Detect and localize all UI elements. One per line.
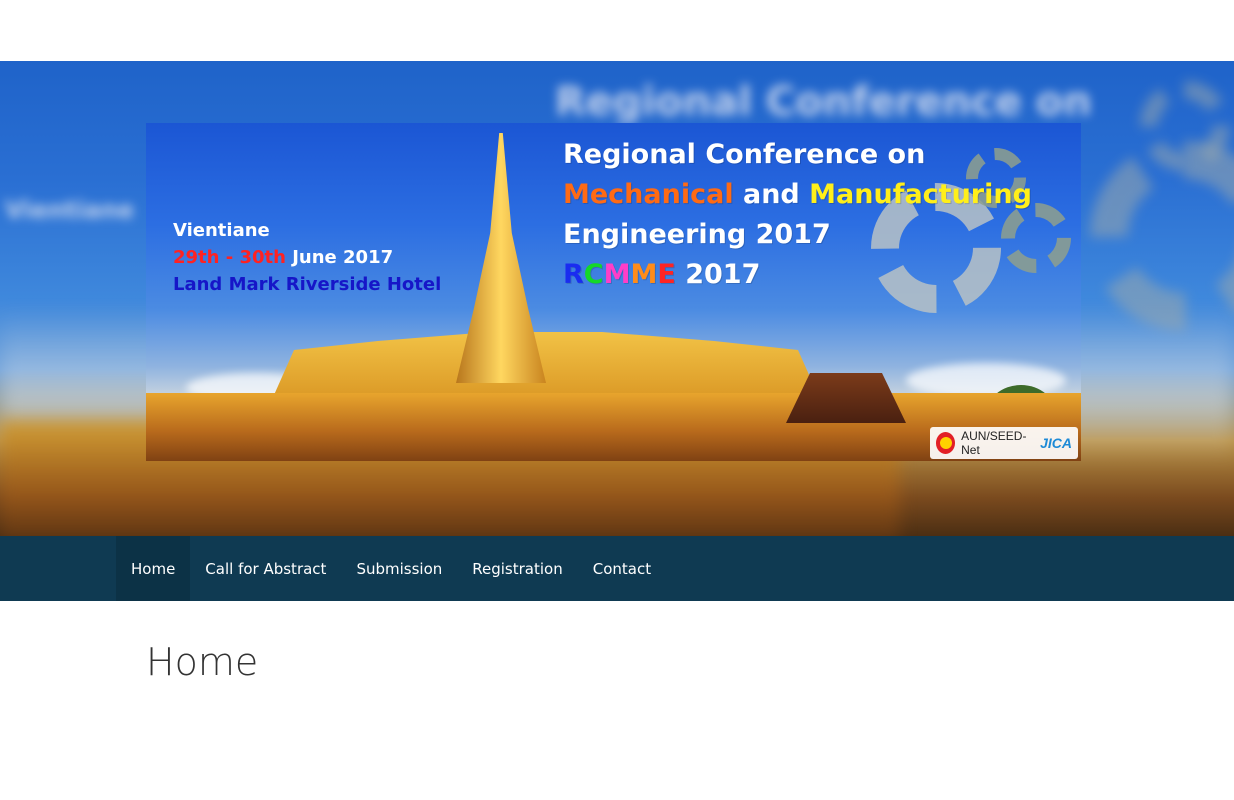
page-title: Home: [146, 640, 259, 684]
nav-item-registration[interactable]: Registration: [457, 536, 577, 601]
blurred-title-text: Regional Conference on: [555, 79, 1092, 125]
banner-event-details: Vientiane 29th - 30th June 2017 Land Mar…: [173, 217, 441, 298]
nav-menu: Home Call for Abstract Submission Regist…: [116, 536, 666, 601]
blurred-gear-icon: [1090, 141, 1234, 331]
event-city: Vientiane: [173, 220, 270, 241]
nav-item-call-for-abstract[interactable]: Call for Abstract: [190, 536, 341, 601]
event-venue: Land Mark Riverside Hotel: [173, 274, 442, 295]
banner-acronym: RCMME 2017: [563, 259, 761, 290]
banner-title: Regional Conference on Mechanical and Ma…: [563, 135, 1032, 295]
jica-logo: JICA: [1040, 435, 1072, 451]
conference-banner: Regional Conference on Mechanical and Ma…: [146, 123, 1081, 461]
event-dates: 29th - 30th June 2017: [173, 247, 394, 268]
nav-item-home[interactable]: Home: [116, 536, 191, 601]
banner-title-line2: Mechanical and Manufacturing: [563, 179, 1032, 210]
blurred-city-text: Vientiane: [5, 196, 134, 224]
nav-item-submission[interactable]: Submission: [341, 536, 457, 601]
asean-logo-icon: [936, 432, 956, 454]
blurred-gear-icon: [1140, 81, 1230, 171]
sponsor-logos: AUN/SEED-Net JICA: [930, 427, 1078, 459]
banner-title-line1: Regional Conference on: [563, 139, 926, 170]
sponsor-aun-text: AUN/SEED-Net: [961, 429, 1027, 457]
banner-title-line3: Engineering 2017: [563, 219, 831, 250]
main-navigation: Home Call for Abstract Submission Regist…: [0, 536, 1234, 601]
temple-spire: [456, 133, 546, 383]
nav-item-contact[interactable]: Contact: [578, 536, 666, 601]
